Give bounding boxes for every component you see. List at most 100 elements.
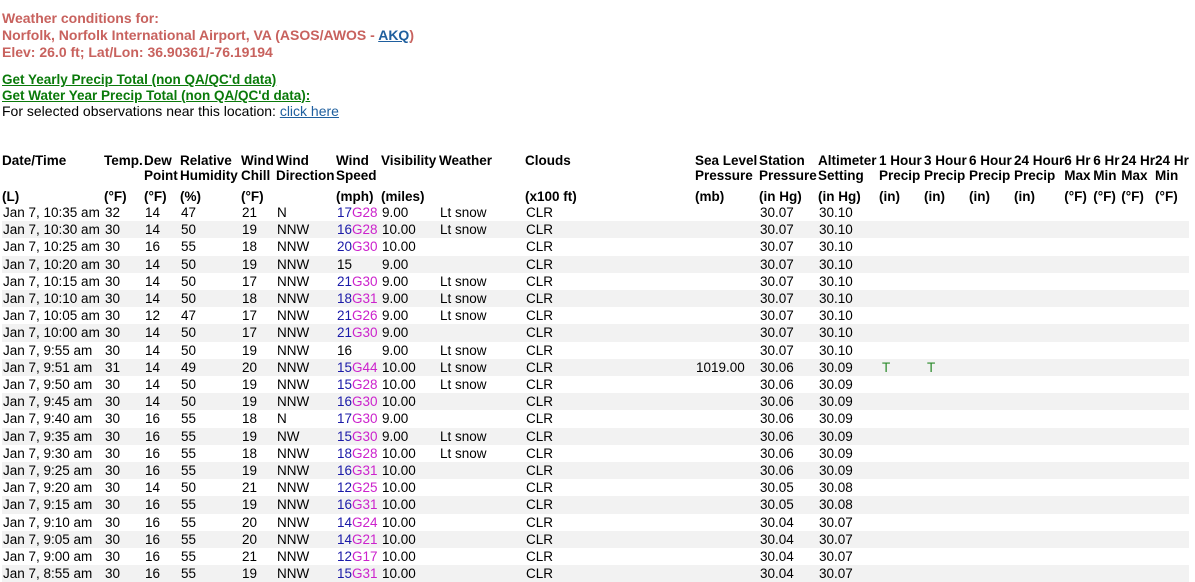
cell-sea-level-pressure (695, 290, 759, 308)
table-row: Jan 7, 9:40 am 30 16 55 18 N 17G30 9.00 CLR 30.06… (2, 410, 1189, 427)
cell-min-6hr (1093, 410, 1121, 427)
wind-speed-value: 15 (337, 359, 353, 375)
col-unit-date: (L) (2, 189, 20, 204)
cell-date: Jan 7, 10:25 am (3, 239, 100, 255)
cell-wind-direction: NNW (277, 239, 310, 255)
cell-visibility: 10.00 (381, 393, 439, 411)
table-row: Jan 7, 9:00 am 30 16 55 21 NNW 12G17 10.00 CLR 30… (2, 548, 1189, 565)
cell-min-24hr (1155, 565, 1189, 582)
cell-min-6hr (1093, 358, 1122, 377)
cell-clouds: CLR (525, 496, 695, 514)
water-year-precip-link[interactable]: Get Water Year Precip Total (non QA/QC'd… (2, 88, 339, 104)
table-row: Jan 7, 9:50 am 30 14 50 19 NNW 15G28 10.00 Lt sn… (2, 376, 1189, 393)
cell-precip-3hr (924, 307, 969, 324)
cell-wind-chill: 19 (241, 221, 276, 239)
cell-min-6hr (1093, 307, 1121, 324)
cell-precip-3hr (924, 565, 969, 582)
cell-wind-direction: N (277, 205, 287, 220)
cell-precip-24hr (1014, 238, 1064, 255)
wind-gust-value: G21 (352, 531, 378, 547)
cell-precip-6hr (969, 514, 1014, 531)
cell-visibility: 10.00 (382, 445, 416, 461)
cell-station-pressure: 30.06 (759, 427, 818, 445)
cell-date: Jan 7, 9:35 am (2, 427, 104, 445)
cell-precip-1hr (879, 324, 924, 342)
cell-date: Jan 7, 9:10 am (3, 514, 93, 530)
cell-wind-chill: 20 (241, 358, 276, 377)
cell-max-24hr (1121, 290, 1156, 308)
cell-wind-direction: NNW (276, 530, 336, 549)
cell-station-pressure: 30.06 (759, 462, 818, 480)
nearby-observations: For selected observations near this loca… (2, 103, 339, 119)
wind-gust-value: G44 (352, 359, 378, 375)
akq-link[interactable]: AKQ (378, 27, 409, 43)
cell-precip-1hr (879, 255, 924, 273)
cell-weather (439, 514, 525, 531)
cell-station-pressure: 30.07 (760, 239, 794, 255)
cell-temp: 30 (104, 565, 144, 582)
cell-precip-3hr (924, 255, 969, 273)
cell-altimeter: 30.09 (819, 377, 853, 393)
cell-temp: 30 (104, 393, 144, 411)
cell-min-6hr (1093, 427, 1122, 445)
cell-clouds: CLR (526, 411, 554, 427)
wind-gust-value: G28 (352, 205, 378, 220)
cell-wind-chill: 21 (242, 549, 258, 565)
cell-wind-chill: 17 (241, 324, 276, 342)
cell-weather: Lt snow (439, 427, 525, 445)
yearly-precip-link[interactable]: Get Yearly Precip Total (non QA/QC'd dat… (2, 72, 339, 88)
cell-min-6hr (1093, 290, 1122, 308)
cell-min-24hr (1155, 427, 1189, 445)
wind-speed-value: 15 (337, 377, 353, 393)
cell-max-6hr (1064, 221, 1094, 239)
cell-max-24hr (1121, 479, 1155, 496)
cell-precip-1hr (879, 462, 924, 480)
cell-temp: 30 (105, 411, 121, 427)
cell-min-24hr (1155, 324, 1189, 342)
wind-gust-value: G28 (352, 445, 378, 461)
table-body: Jan 7, 10:35 am 32 14 47 21 N 17G28 9.00 Lt snow… (2, 204, 1189, 582)
cell-max-24hr (1121, 514, 1155, 531)
cell-altimeter: 30.10 (818, 290, 879, 308)
cell-altimeter: 30.09 (818, 358, 879, 377)
click-here-link[interactable]: click here (280, 103, 339, 119)
col-header-wx: Weather (439, 153, 493, 168)
cell-max-24hr (1121, 376, 1155, 393)
col-header-speed: Wind Speed (336, 153, 377, 183)
table-row: Jan 7, 9:45 am 30 14 50 19 NNW 16G30 10.00 CLR 30… (2, 393, 1189, 411)
cell-visibility: 10.00 (381, 462, 439, 480)
cell-visibility: 10.00 (381, 221, 439, 239)
cell-temp: 30 (104, 221, 144, 239)
cell-precip-3hr (924, 273, 969, 290)
cell-temp: 30 (104, 290, 144, 308)
cell-precip-1hr (879, 307, 924, 324)
cell-max-6hr (1064, 290, 1094, 308)
cell-precip-1hr (879, 410, 924, 427)
cell-wind-direction: NNW (277, 308, 310, 324)
cell-date: Jan 7, 9:45 am (2, 393, 104, 411)
table-row: Jan 7, 10:15 am 30 14 50 17 NNW 21G30 9.00 Lt sn… (2, 273, 1189, 290)
cell-clouds: CLR (525, 565, 695, 582)
cell-min-24hr (1155, 290, 1189, 308)
cell-wind-direction: N (277, 411, 287, 427)
cell-wind-speed: 21G26 (336, 307, 381, 324)
cell-visibility: 9.00 (381, 290, 439, 308)
cell-clouds: CLR (526, 205, 554, 220)
cell-date: Jan 7, 8:55 am (2, 565, 104, 582)
cell-station-pressure: 30.07 (759, 221, 818, 239)
cell-precip-3hr (924, 530, 969, 549)
cell-precip-1hr (879, 565, 924, 582)
cell-wind-direction: NNW (277, 514, 310, 530)
cell-wind-chill: 19 (242, 342, 258, 358)
cell-precip-6hr (969, 342, 1014, 359)
cell-precip-6hr (969, 204, 1014, 221)
col-unit-temp: (°F) (104, 189, 127, 204)
wind-gust-value: G26 (352, 308, 378, 324)
cell-precip-6hr (969, 221, 1014, 239)
cell-dew-point: 16 (144, 565, 180, 582)
cell-precip-24hr (1014, 410, 1064, 427)
cell-station-pressure: 30.07 (759, 324, 818, 342)
cell-weather: Lt snow (439, 290, 525, 308)
cell-wind-chill: 19 (241, 462, 276, 480)
cell-precip-1hr (879, 548, 924, 565)
